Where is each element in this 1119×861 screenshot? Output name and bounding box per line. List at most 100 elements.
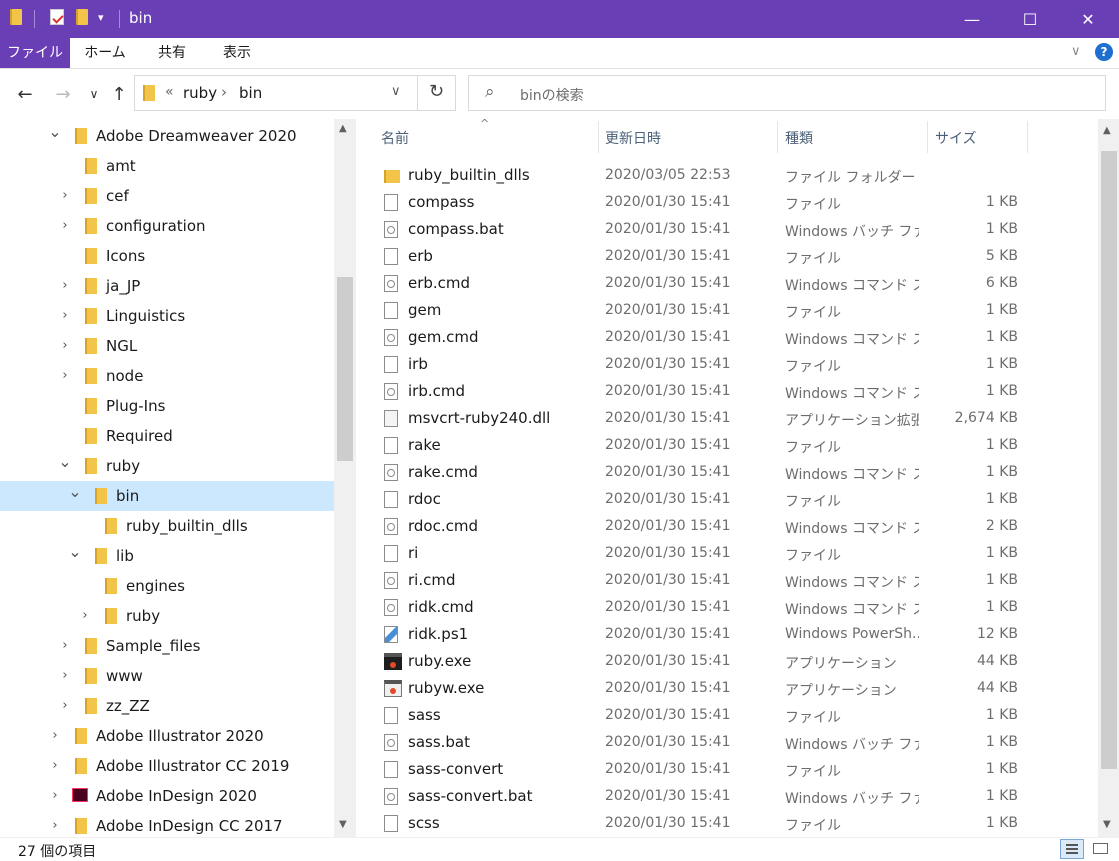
- address-bar[interactable]: « ruby › bin ∨ ↻: [134, 75, 456, 111]
- overflow-icon[interactable]: «: [165, 84, 174, 100]
- chevron-right-icon[interactable]: ›: [58, 308, 72, 324]
- column-divider[interactable]: [777, 121, 778, 153]
- tree-item[interactable]: › ja_JP: [0, 271, 334, 301]
- tab-view[interactable]: 表示: [208, 38, 266, 68]
- chevron-down-icon[interactable]: ⌄: [68, 484, 82, 500]
- details-view-icon[interactable]: [1060, 839, 1084, 859]
- chevron-right-icon[interactable]: ›: [58, 668, 72, 684]
- column-divider[interactable]: [1027, 121, 1028, 153]
- search-input[interactable]: ⌕ binの検索: [468, 75, 1106, 111]
- chevron-right-icon[interactable]: ›: [58, 278, 72, 294]
- customize-dropdown-icon[interactable]: ▾: [98, 11, 114, 29]
- tree-item[interactable]: engines: [0, 571, 334, 601]
- tree-item[interactable]: ⌄ ruby: [0, 451, 334, 481]
- file-row[interactable]: ridk.cmd 2020/01/30 15:41 Windows コマンド ス..…: [356, 594, 1098, 621]
- tab-share[interactable]: 共有: [144, 38, 200, 68]
- column-header-date[interactable]: 更新日時: [605, 128, 661, 148]
- file-row[interactable]: erb.cmd 2020/01/30 15:41 Windows コマンド ス...…: [356, 270, 1098, 297]
- chevron-down-icon[interactable]: ⌄: [48, 124, 62, 140]
- tree-item[interactable]: › Adobe Illustrator 2020: [0, 721, 334, 751]
- chevron-right-icon[interactable]: ›: [48, 758, 62, 774]
- column-divider[interactable]: [598, 121, 599, 153]
- large-icons-view-icon[interactable]: [1090, 839, 1112, 859]
- tree-item[interactable]: ⌄ bin: [0, 481, 334, 511]
- nav-scrollbar[interactable]: ▲ ▼: [334, 119, 356, 837]
- maximize-button[interactable]: ☐: [1001, 0, 1059, 38]
- file-row[interactable]: compass 2020/01/30 15:41 ファイル 1 KB: [356, 189, 1098, 216]
- file-row[interactable]: ruby_builtin_dlls 2020/03/05 22:53 ファイル フォ…: [356, 162, 1098, 189]
- recent-locations-button[interactable]: ∨: [81, 81, 107, 107]
- file-row[interactable]: ridk.ps1 2020/01/30 15:41 Windows PowerSh.…: [356, 621, 1098, 648]
- file-row[interactable]: gem 2020/01/30 15:41 ファイル 1 KB: [356, 297, 1098, 324]
- tab-file[interactable]: ファイル: [0, 38, 70, 68]
- file-scrollbar-thumb[interactable]: [1101, 151, 1117, 769]
- close-button[interactable]: ✕: [1059, 0, 1117, 38]
- forward-button[interactable]: →: [50, 81, 76, 107]
- tree-item[interactable]: Required: [0, 421, 334, 451]
- address-dropdown-icon[interactable]: ∨: [391, 84, 401, 99]
- breadcrumb-ruby[interactable]: ruby: [183, 84, 217, 102]
- help-icon[interactable]: ?: [1095, 43, 1113, 61]
- file-row[interactable]: sass 2020/01/30 15:41 ファイル 1 KB: [356, 702, 1098, 729]
- file-row[interactable]: sass.bat 2020/01/30 15:41 Windows バッチ ファ..…: [356, 729, 1098, 756]
- tree-item[interactable]: › ruby: [0, 601, 334, 631]
- scroll-down-icon[interactable]: ▼: [339, 819, 347, 830]
- file-row[interactable]: rubyw.exe 2020/01/30 15:41 アプリケーション 44 KB: [356, 675, 1098, 702]
- scroll-up-icon[interactable]: ▲: [339, 123, 347, 134]
- chevron-right-icon[interactable]: ›: [58, 698, 72, 714]
- new-folder-icon[interactable]: [76, 9, 92, 27]
- tree-item[interactable]: › cef: [0, 181, 334, 211]
- chevron-right-icon[interactable]: ›: [58, 638, 72, 654]
- up-button[interactable]: ↑: [106, 81, 132, 107]
- tree-item[interactable]: ⌄ Adobe Dreamweaver 2020: [0, 121, 334, 151]
- file-row[interactable]: sass-convert.bat 2020/01/30 15:41 Windows …: [356, 783, 1098, 810]
- file-row[interactable]: irb.cmd 2020/01/30 15:41 Windows コマンド ス...…: [356, 378, 1098, 405]
- chevron-down-icon[interactable]: ⌄: [58, 454, 72, 470]
- minimize-button[interactable]: —: [943, 0, 1001, 38]
- chevron-right-icon[interactable]: ›: [58, 368, 72, 384]
- file-row[interactable]: rdoc.cmd 2020/01/30 15:41 Windows コマンド ス..…: [356, 513, 1098, 540]
- file-row[interactable]: irb 2020/01/30 15:41 ファイル 1 KB: [356, 351, 1098, 378]
- tree-item[interactable]: › node: [0, 361, 334, 391]
- refresh-icon[interactable]: ↻: [429, 81, 444, 102]
- tree-item[interactable]: › NGL: [0, 331, 334, 361]
- tree-item[interactable]: ruby_builtin_dlls: [0, 511, 334, 541]
- tree-item[interactable]: › Linguistics: [0, 301, 334, 331]
- tree-item[interactable]: Plug-Ins: [0, 391, 334, 421]
- tree-item[interactable]: › zz_ZZ: [0, 691, 334, 721]
- column-header-type[interactable]: 種類: [785, 128, 813, 148]
- file-row[interactable]: msvcrt-ruby240.dll 2020/01/30 15:41 アプリケーシ…: [356, 405, 1098, 432]
- file-row[interactable]: erb 2020/01/30 15:41 ファイル 5 KB: [356, 243, 1098, 270]
- tree-item[interactable]: › configuration: [0, 211, 334, 241]
- chevron-right-icon[interactable]: ›: [58, 188, 72, 204]
- chevron-right-icon[interactable]: ›: [58, 218, 72, 234]
- tree-item[interactable]: amt: [0, 151, 334, 181]
- file-row[interactable]: compass.bat 2020/01/30 15:41 Windows バッチ フ…: [356, 216, 1098, 243]
- tree-item[interactable]: › Adobe InDesign 2020: [0, 781, 334, 811]
- breadcrumb-bin[interactable]: bin: [239, 84, 262, 102]
- scroll-down-icon[interactable]: ▼: [1103, 819, 1111, 830]
- tree-item[interactable]: ⌄ lib: [0, 541, 334, 571]
- column-header-name[interactable]: 名前: [381, 128, 409, 148]
- tree-item[interactable]: › Sample_files: [0, 631, 334, 661]
- tree-item[interactable]: › www: [0, 661, 334, 691]
- file-row[interactable]: rake.cmd 2020/01/30 15:41 Windows コマンド ス..…: [356, 459, 1098, 486]
- chevron-right-icon[interactable]: ›: [48, 728, 62, 744]
- tree-item[interactable]: › Adobe Illustrator CC 2019: [0, 751, 334, 781]
- file-row[interactable]: rake 2020/01/30 15:41 ファイル 1 KB: [356, 432, 1098, 459]
- column-header-size[interactable]: サイズ: [935, 128, 977, 148]
- chevron-right-icon[interactable]: ›: [48, 788, 62, 804]
- file-row[interactable]: rdoc 2020/01/30 15:41 ファイル 1 KB: [356, 486, 1098, 513]
- chevron-right-icon[interactable]: ›: [58, 338, 72, 354]
- scroll-up-icon[interactable]: ▲: [1103, 125, 1111, 136]
- ribbon-expand-icon[interactable]: ∨: [1071, 44, 1081, 59]
- chevron-right-icon[interactable]: ›: [78, 608, 92, 624]
- tree-item[interactable]: Icons: [0, 241, 334, 271]
- chevron-down-icon[interactable]: ⌄: [68, 544, 82, 560]
- breadcrumb-separator-icon[interactable]: ›: [221, 83, 227, 101]
- nav-scrollbar-thumb[interactable]: [337, 277, 353, 461]
- file-row[interactable]: sass-convert 2020/01/30 15:41 ファイル 1 KB: [356, 756, 1098, 783]
- file-row[interactable]: ri.cmd 2020/01/30 15:41 Windows コマンド ス... 1…: [356, 567, 1098, 594]
- file-row[interactable]: ruby.exe 2020/01/30 15:41 アプリケーション 44 KB: [356, 648, 1098, 675]
- tab-home[interactable]: ホーム: [75, 38, 135, 68]
